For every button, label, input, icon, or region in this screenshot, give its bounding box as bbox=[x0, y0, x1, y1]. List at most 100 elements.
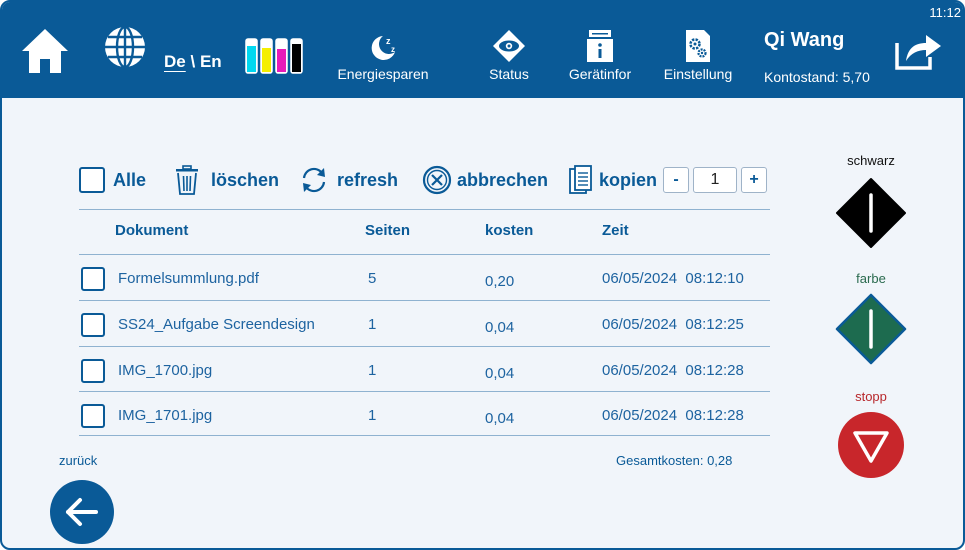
column-header-cost: kosten bbox=[485, 222, 534, 239]
page-count: 5 bbox=[368, 270, 377, 287]
cancel-button[interactable]: abbrechen bbox=[422, 162, 548, 198]
page-count: 1 bbox=[368, 407, 377, 424]
user-name: Qi Wang bbox=[764, 29, 845, 51]
select-all-checkbox[interactable] bbox=[79, 167, 105, 193]
table-row[interactable]: Formelsummlung.pdf 5 0,20 06/05/2024 08:… bbox=[79, 255, 770, 301]
job-cost: 0,20 bbox=[485, 273, 515, 290]
job-datetime: 06/05/2024 08:12:25 bbox=[602, 316, 744, 333]
job-cost: 0,04 bbox=[485, 410, 515, 427]
gear-document-icon bbox=[686, 30, 710, 62]
app-frame: 11:12 De \ En z z Energiesparen Status G… bbox=[0, 0, 965, 550]
copies-label: kopien bbox=[599, 169, 658, 190]
delete-label: löschen bbox=[211, 169, 280, 190]
print-color-button[interactable] bbox=[835, 293, 907, 365]
language-en[interactable]: En bbox=[200, 52, 222, 71]
job-cost: 0,04 bbox=[485, 319, 515, 336]
job-date: 06/05/2024 bbox=[602, 407, 678, 424]
job-time: 08:12:28 bbox=[685, 407, 744, 424]
document-name: SS24_Aufgabe Screendesign bbox=[118, 316, 315, 333]
black-print-label: schwarz bbox=[847, 153, 895, 168]
total-cost-label: Gesamtkosten: bbox=[616, 453, 704, 468]
nav-status-label: Status bbox=[489, 66, 529, 82]
row-checkbox[interactable] bbox=[81, 359, 105, 383]
start-color-icon bbox=[835, 293, 907, 365]
print-black-button[interactable] bbox=[835, 177, 907, 249]
nav-device-info[interactable]: Gerätinfor bbox=[562, 28, 638, 82]
job-datetime: 06/05/2024 08:12:28 bbox=[602, 407, 744, 424]
table-divider bbox=[79, 209, 770, 210]
copies-stepper: - + bbox=[663, 167, 767, 193]
home-icon bbox=[22, 29, 68, 73]
document-name: IMG_1700.jpg bbox=[118, 362, 213, 379]
table-row[interactable]: IMG_1700.jpg 1 0,04 06/05/2024 08:12:28 bbox=[79, 347, 770, 393]
page-count: 1 bbox=[368, 316, 377, 333]
stop-button[interactable] bbox=[837, 411, 905, 479]
toolbar: Alle löschen refresh abbrechen kopien - … bbox=[79, 162, 779, 198]
moon-sleep-icon: z z bbox=[371, 36, 395, 60]
column-header-time: Zeit bbox=[602, 222, 629, 239]
row-checkbox[interactable] bbox=[81, 313, 105, 337]
copies-button[interactable]: kopien bbox=[569, 162, 657, 198]
nav-settings[interactable]: Einstellung bbox=[658, 28, 738, 82]
globe-icon bbox=[105, 25, 145, 69]
refresh-label: refresh bbox=[337, 169, 399, 190]
job-date: 06/05/2024 bbox=[602, 362, 678, 379]
clock: 11:12 bbox=[929, 5, 961, 20]
job-cost: 0,04 bbox=[485, 365, 515, 382]
stop-label: stopp bbox=[855, 389, 887, 404]
ink-levels bbox=[245, 37, 307, 75]
eye-diamond-icon bbox=[493, 30, 525, 62]
nav-device-info-label: Gerätinfor bbox=[568, 66, 632, 82]
delete-button[interactable]: löschen bbox=[175, 162, 279, 198]
ink-cartridges-icon bbox=[245, 38, 303, 74]
back-label: zurück bbox=[59, 453, 98, 468]
table-row[interactable]: IMG_1701.jpg 1 0,04 06/05/2024 08:12:28 bbox=[79, 392, 770, 438]
cancel-label: abbrechen bbox=[457, 169, 549, 190]
nav-status[interactable]: Status bbox=[480, 28, 538, 82]
total-cost-value: 0,28 bbox=[707, 453, 733, 468]
arrow-left-icon bbox=[50, 480, 114, 544]
account-balance: Kontostand: 5,70 bbox=[764, 69, 870, 85]
column-header-pages: Seiten bbox=[365, 222, 411, 239]
trash-icon bbox=[176, 165, 198, 195]
row-checkbox[interactable] bbox=[81, 267, 105, 291]
back-button[interactable] bbox=[49, 479, 115, 545]
language-separator: \ bbox=[190, 52, 196, 71]
page-count: 1 bbox=[368, 362, 377, 379]
document-name: Formelsummlung.pdf bbox=[118, 270, 259, 287]
row-checkbox[interactable] bbox=[81, 404, 105, 428]
color-print-label: farbe bbox=[856, 271, 886, 286]
share-logout-icon bbox=[895, 35, 941, 70]
refresh-button[interactable]: refresh bbox=[299, 162, 398, 198]
copies-input[interactable] bbox=[693, 167, 737, 193]
printer-info-icon bbox=[587, 30, 613, 62]
column-header-document: Dokument bbox=[115, 222, 189, 239]
language-switch[interactable]: De \ En bbox=[164, 52, 222, 72]
table-row[interactable]: SS24_Aufgabe Screendesign 1 0,04 06/05/2… bbox=[79, 301, 770, 347]
job-datetime: 06/05/2024 08:12:10 bbox=[602, 270, 744, 287]
job-date: 06/05/2024 bbox=[602, 316, 678, 333]
increase-copies-button[interactable]: + bbox=[741, 167, 767, 193]
job-time: 08:12:10 bbox=[685, 270, 744, 287]
svg-text:z: z bbox=[391, 45, 395, 54]
nav-energy-label: Energiesparen bbox=[337, 66, 429, 82]
home-button[interactable] bbox=[20, 26, 70, 76]
table-divider bbox=[79, 435, 770, 436]
decrease-copies-button[interactable]: - bbox=[663, 167, 689, 193]
nav-settings-label: Einstellung bbox=[663, 66, 733, 82]
logout-button[interactable] bbox=[894, 31, 944, 71]
cancel-circle-icon bbox=[422, 165, 452, 195]
job-datetime: 06/05/2024 08:12:28 bbox=[602, 362, 744, 379]
job-time: 08:12:28 bbox=[685, 362, 744, 379]
select-all-label: Alle bbox=[113, 169, 147, 190]
copy-documents-icon bbox=[569, 165, 592, 194]
job-date: 06/05/2024 bbox=[602, 270, 678, 287]
balance-label: Kontostand: bbox=[764, 69, 839, 85]
language-de[interactable]: De bbox=[164, 52, 186, 71]
top-bar: 11:12 De \ En z z Energiesparen Status G… bbox=[2, 2, 963, 98]
language-globe-button[interactable] bbox=[102, 24, 148, 70]
job-time: 08:12:25 bbox=[685, 316, 744, 333]
select-all-button[interactable]: Alle bbox=[79, 162, 146, 198]
document-name: IMG_1701.jpg bbox=[118, 407, 213, 424]
nav-energy-saving[interactable]: z z Energiesparen bbox=[332, 32, 434, 82]
